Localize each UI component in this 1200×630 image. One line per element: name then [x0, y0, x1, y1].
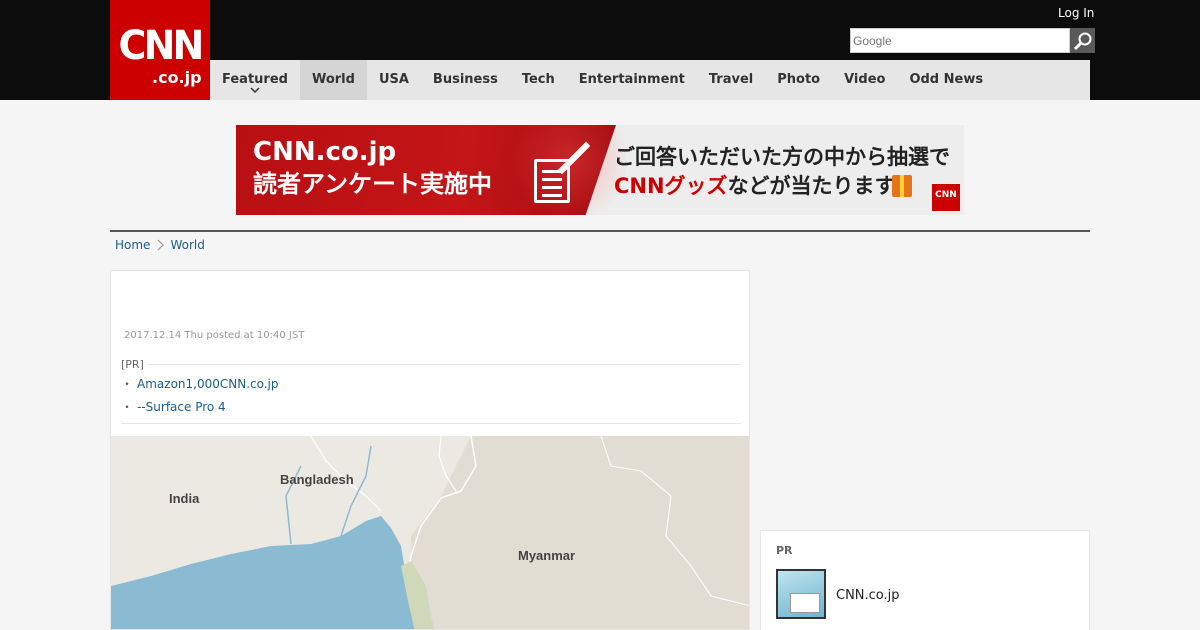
pr-link-item[interactable]: ・ --Surface Pro 4 — [121, 398, 741, 417]
nav-item-entertainment[interactable]: Entertainment — [567, 60, 697, 100]
nav-item-video[interactable]: Video — [832, 60, 897, 100]
sidebar-pr-box: PR CNN.co.jp — [760, 530, 1090, 630]
breadcrumb-divider — [110, 230, 1090, 232]
sidebar-pr-thumbnail[interactable] — [776, 569, 826, 619]
login-link[interactable]: Log In — [1058, 6, 1094, 20]
nav-label: Business — [432, 72, 498, 87]
pr-divider — [147, 364, 741, 365]
map-label-bangladesh: Bangladesh — [280, 472, 354, 487]
top-header: CNN .co.jp Log In Featured World USA Bus… — [0, 0, 1200, 100]
nav-item-tech[interactable]: Tech — [510, 60, 567, 100]
breadcrumb: Home World — [115, 238, 205, 252]
banner-cnn-badge: CNN — [932, 184, 960, 211]
sidebar-pr-title[interactable]: CNN.co.jp — [836, 588, 900, 603]
pr-links-box: [PR] ・ Amazon1,000CNN.co.jp ・ --Surface Pr… — [121, 358, 741, 424]
breadcrumb-world[interactable]: World — [170, 238, 204, 252]
nav-label: Tech — [521, 72, 555, 87]
nav-item-travel[interactable]: Travel — [697, 60, 765, 100]
nav-label: Odd News — [909, 72, 984, 87]
banner-line-3: ご回答いただいた方の中から抽選で — [614, 145, 950, 169]
search-button[interactable] — [1070, 28, 1095, 53]
banner-line-2: 読者アンケート実施中 — [253, 170, 493, 198]
cnn-logo[interactable]: CNN .co.jp — [110, 0, 210, 100]
banner-line-4-rest: などが当たります — [727, 174, 896, 198]
search-icon — [1073, 32, 1092, 51]
nav-label: Photo — [777, 72, 821, 87]
banner-line-4: CNNグッズなどが当たります — [614, 174, 896, 199]
nav-item-featured[interactable]: Featured — [210, 60, 300, 100]
nav-label: USA — [378, 72, 409, 87]
chevron-right-icon — [158, 239, 165, 251]
banner-highlight: CNNグッズ — [614, 174, 728, 198]
sidebar-pr-label: PR — [776, 544, 793, 557]
nav-label: Travel — [708, 72, 754, 87]
pr-label-row: [PR] — [121, 358, 741, 371]
nav-item-usa[interactable]: USA — [367, 60, 421, 100]
banner-line-1: CNN.co.jp — [253, 137, 397, 167]
pr-link-text: --Surface Pro 4 — [137, 400, 226, 414]
map-label-india: India — [169, 491, 200, 506]
logo-main-text: CNN — [118, 23, 205, 69]
map-graphic — [111, 435, 749, 629]
map-label-myanmar: Myanmar — [518, 548, 576, 563]
chevron-down-icon — [250, 87, 260, 94]
nav-label: World — [311, 72, 355, 87]
nav-item-odd-news[interactable]: Odd News — [897, 60, 995, 100]
pr-bottom-divider — [121, 423, 741, 424]
survey-banner[interactable]: CNN.co.jp 読者アンケート実施中 ご回答いただいた方の中から抽選で CN… — [236, 125, 964, 215]
pr-link-item[interactable]: ・ Amazon1,000CNN.co.jp — [121, 375, 741, 394]
article-date: 2017.12.14 Thu posted at 10:40 JST — [124, 330, 305, 341]
article-map-image: India Bangladesh Myanmar — [111, 435, 749, 629]
breadcrumb-home[interactable]: Home — [115, 238, 150, 252]
gift-icon — [892, 175, 912, 197]
pr-link-text: Amazon1,000CNN.co.jp — [137, 377, 279, 391]
envelope-icon — [790, 593, 820, 613]
main-nav: Featured World USA Business Tech Enterta… — [210, 60, 1090, 100]
pr-label: [PR] — [121, 358, 144, 371]
nav-item-photo[interactable]: Photo — [765, 60, 832, 100]
logo-sub-text: .co.jp — [152, 68, 202, 87]
nav-item-world[interactable]: World — [299, 60, 367, 100]
article-card: 2017.12.14 Thu posted at 10:40 JST [PR] … — [110, 270, 750, 630]
nav-item-business[interactable]: Business — [421, 60, 510, 100]
nav-label: Video — [844, 72, 886, 87]
search-input[interactable] — [850, 28, 1070, 53]
nav-label: Entertainment — [578, 72, 685, 87]
